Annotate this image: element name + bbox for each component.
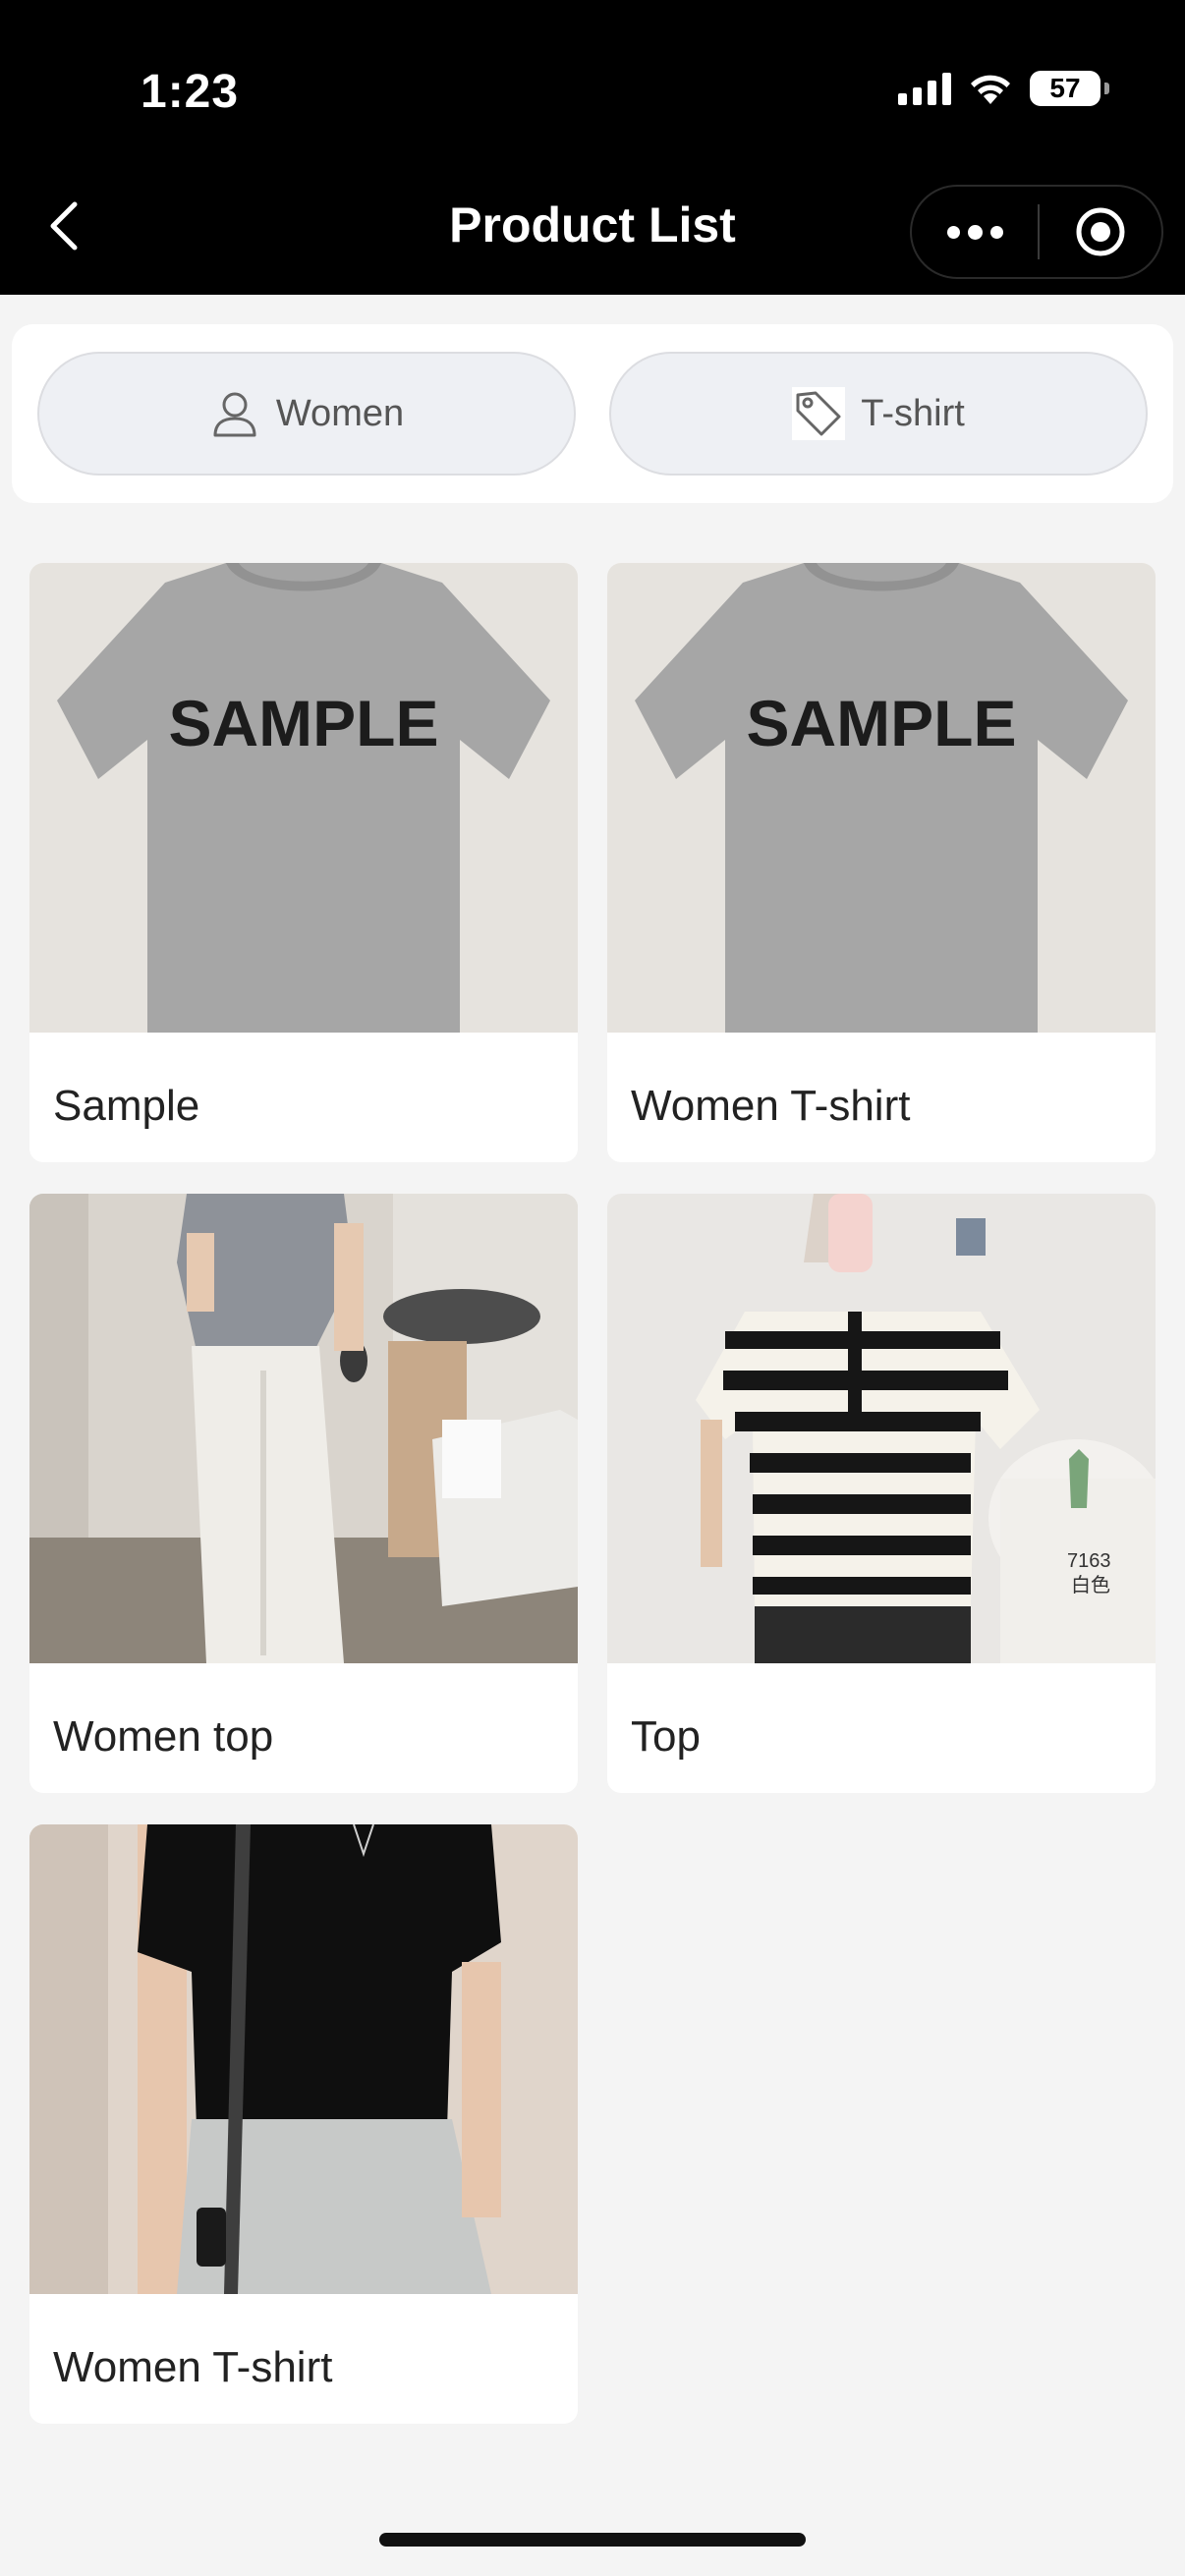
filter-women-button[interactable]: Women [37,352,576,476]
tag-icon [792,387,846,440]
status-time: 1:23 [141,66,240,118]
signal-icon [898,72,951,105]
price-tag-number: 7163 [1067,1550,1111,1572]
wifi-icon [971,75,1010,104]
product-name: Top [631,1712,701,1761]
tshirt-print-text: SAMPLE [168,687,438,759]
close-button[interactable] [1040,205,1161,258]
product-card[interactable]: SAMPLE Women T-shirt [607,563,1156,1162]
tshirt-print-text: SAMPLE [746,687,1016,759]
product-card[interactable]: Women top [29,1194,578,1793]
product-image-grey-tshirt: SAMPLE [607,563,1156,1033]
more-dot [989,225,1003,239]
product-image-striped-top: 7163 白色 [607,1194,1156,1663]
more-dot [946,225,960,239]
home-indicator [379,2533,806,2547]
product-name: Women T-shirt [631,1082,911,1130]
filter-tshirt-button[interactable]: T-shirt [609,352,1148,476]
product-card[interactable]: 7163 白色 Top [607,1194,1156,1793]
product-card[interactable]: Women T-shirt [29,1824,578,2424]
top-bar: 1:23 57 Product List [0,0,1185,295]
product-card[interactable]: SAMPLE Sample [29,563,578,1162]
product-image-woman-grey-top [29,1194,578,1663]
more-button[interactable] [912,187,1038,277]
mini-program-capsule [910,185,1163,279]
person-icon [213,392,256,437]
product-name: Sample [53,1082,200,1130]
product-name: Women T-shirt [53,2343,333,2391]
target-close-icon [1076,207,1125,256]
more-dot [967,224,983,240]
status-icons: 57 [898,71,1109,106]
product-name: Women top [53,1712,274,1761]
price-tag-color: 白色 [1071,1573,1110,1596]
battery-indicator: 57 [1030,71,1109,106]
product-image-woman-black-tshirt [29,1824,578,2294]
filter-tshirt-label: T-shirt [861,392,965,434]
product-image-grey-tshirt: SAMPLE [29,563,578,1033]
filter-women-label: Women [275,392,405,434]
filter-bar: Women T-shirt [12,324,1173,503]
